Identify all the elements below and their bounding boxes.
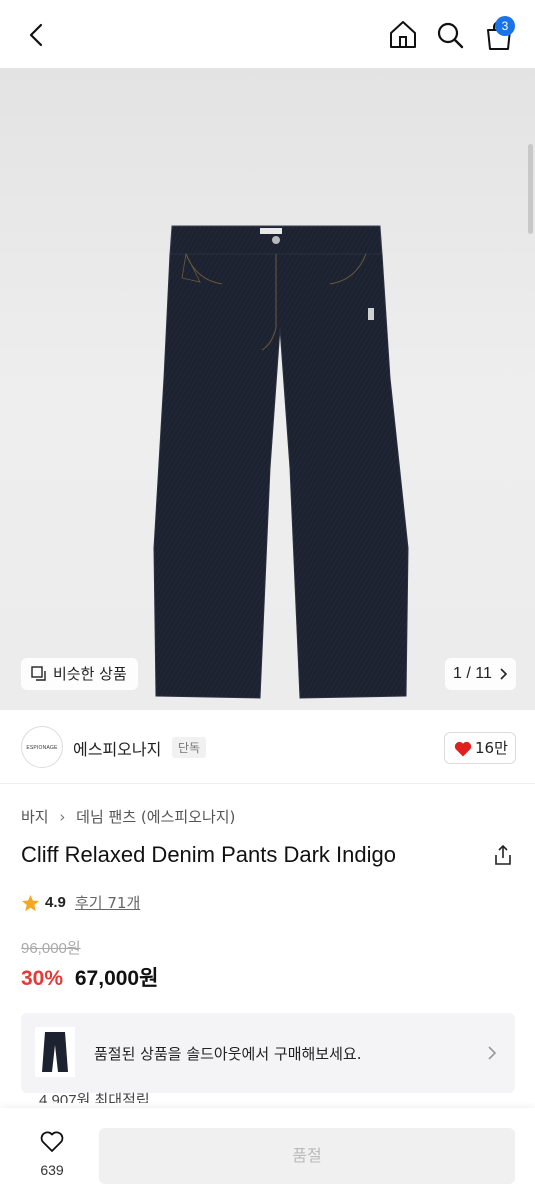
rating-score: 4.9 <box>45 894 66 911</box>
star-icon <box>21 894 40 912</box>
similar-products-label: 비슷한 상품 <box>53 665 127 683</box>
image-pager[interactable]: 1 / 11 <box>445 658 516 690</box>
soldout-message: 품절된 상품을 솔드아웃에서 구매해보세요. <box>94 1045 362 1063</box>
exclusive-badge: 단독 <box>172 737 207 758</box>
soldout-product-thumbnail <box>35 1027 75 1077</box>
soldout-buy-button[interactable]: 품절 <box>99 1128 515 1184</box>
product-title: Cliff Relaxed Denim Pants Dark Indigo <box>21 842 396 867</box>
discount-rate: 30% <box>21 967 64 990</box>
product-image-gallery[interactable] <box>0 68 535 710</box>
wishlist-button[interactable]: 639 <box>30 1130 74 1179</box>
reviews-link[interactable]: 후기 71개 <box>75 892 140 914</box>
chevron-right-icon <box>488 1046 497 1060</box>
chevron-right-icon <box>500 668 508 680</box>
wishlist-count: 639 <box>40 1162 64 1178</box>
similar-items-icon <box>31 666 46 681</box>
price-row: 30% 67,000원 <box>21 962 158 992</box>
image-pager-label: 1 / 11 <box>453 665 492 682</box>
breadcrumb-item[interactable]: 바지 <box>21 808 49 826</box>
breadcrumb-item[interactable]: 데님 팬츠 (에스피오나지) <box>76 808 235 826</box>
top-bar: 3 <box>0 0 535 68</box>
bottom-action-bar: 639 품절 <box>0 1108 535 1200</box>
breadcrumb: 바지 › 데님 팬츠 (에스피오나지) <box>21 806 235 827</box>
search-icon[interactable] <box>435 20 465 50</box>
original-price: 96,000원 <box>21 940 81 957</box>
heart-filled-icon <box>454 741 472 757</box>
brand-row: ESPIONAGE 에스피오나지 단독 16만 <box>0 710 535 784</box>
home-icon[interactable] <box>387 18 419 50</box>
brand-name[interactable]: 에스피오나지 <box>73 736 161 760</box>
share-icon[interactable] <box>492 844 514 866</box>
soldout-banner[interactable]: 품절된 상품을 솔드아웃에서 구매해보세요. <box>21 1013 515 1093</box>
similar-products-button[interactable]: 비슷한 상품 <box>21 658 138 690</box>
brand-logo[interactable]: ESPIONAGE <box>21 726 63 768</box>
heart-outline-icon <box>40 1131 64 1152</box>
max-points-text: 4,907원 최대적립 <box>39 1092 150 1103</box>
cart-count-badge: 3 <box>495 16 515 36</box>
scrollbar-thumb[interactable] <box>528 144 533 234</box>
brand-like-button[interactable]: 16만 <box>444 732 516 764</box>
back-arrow-icon[interactable] <box>22 20 52 50</box>
product-image-jeans <box>153 225 409 699</box>
breadcrumb-separator-icon: › <box>59 808 66 826</box>
sale-price: 67,000원 <box>74 967 159 990</box>
brand-like-count: 16만 <box>475 739 508 757</box>
